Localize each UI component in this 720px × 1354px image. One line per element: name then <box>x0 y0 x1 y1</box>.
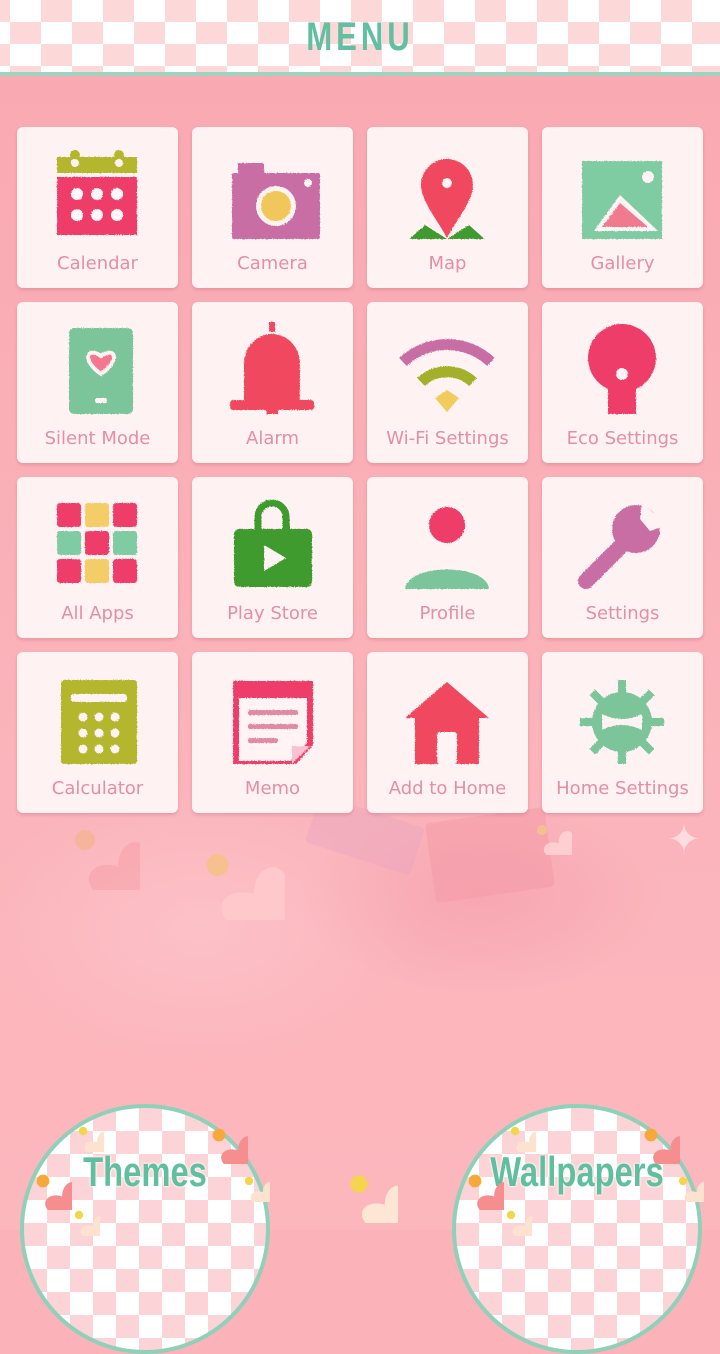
app-grid-icon <box>47 489 147 589</box>
menu-item-settings[interactable]: Settings <box>542 477 703 638</box>
menu-grid: Calendar Camera Map Gallery Silent Mode … <box>17 127 703 813</box>
person-icon <box>397 489 497 589</box>
blossom-icon <box>78 1126 104 1152</box>
blossom-icon <box>678 1176 704 1202</box>
menu-item-label: Gallery <box>590 253 655 274</box>
gallery-icon <box>572 139 672 241</box>
menu-item-memo[interactable]: Memo <box>192 652 353 813</box>
menu-item-silent-mode[interactable]: Silent Mode <box>17 302 178 463</box>
menu-item-label: Eco Settings <box>566 428 679 449</box>
page-title: MENU <box>306 15 414 59</box>
house-icon <box>397 664 497 764</box>
menu-item-label: Play Store <box>227 603 318 624</box>
calculator-icon <box>47 664 147 764</box>
bulb-icon <box>572 314 672 414</box>
header-divider <box>0 72 720 76</box>
bell-icon <box>222 314 322 416</box>
memo-icon <box>222 664 322 767</box>
map-pin-icon <box>397 139 497 243</box>
silent-mode-phone-icon <box>47 314 147 414</box>
sparkle-icon: ✦ <box>667 817 701 863</box>
store-bag-icon <box>222 489 322 589</box>
menu-item-profile[interactable]: Profile <box>367 477 528 638</box>
menu-item-label: Camera <box>237 253 308 274</box>
gear-icon <box>572 664 672 764</box>
menu-item-all-apps[interactable]: All Apps <box>17 477 178 638</box>
menu-item-wifi-settings[interactable]: Wi-Fi Settings <box>367 302 528 463</box>
background-blossom-icon <box>206 854 285 920</box>
menu-item-home-settings[interactable]: Home Settings <box>542 652 703 813</box>
menu-item-label: All Apps <box>61 603 134 624</box>
menu-item-label: Settings <box>585 603 660 624</box>
calendar-icon <box>47 139 147 239</box>
menu-item-label: Map <box>428 253 467 274</box>
wifi-icon <box>397 314 497 414</box>
menu-item-label: Home Settings <box>556 778 689 799</box>
blossom-icon <box>212 1128 248 1164</box>
blossom-icon <box>644 1128 680 1164</box>
menu-item-label: Profile <box>419 603 476 624</box>
menu-item-play-store[interactable]: Play Store <box>192 477 353 638</box>
menu-item-calculator[interactable]: Calculator <box>17 652 178 813</box>
menu-item-camera[interactable]: Camera <box>192 127 353 288</box>
menu-item-alarm[interactable]: Alarm <box>192 302 353 463</box>
menu-item-gallery[interactable]: Gallery <box>542 127 703 288</box>
menu-item-label: Calendar <box>57 253 138 274</box>
menu-item-calendar[interactable]: Calendar <box>17 127 178 288</box>
camera-icon <box>222 139 322 239</box>
menu-item-label: Alarm <box>246 428 299 449</box>
menu-item-eco-settings[interactable]: Eco Settings <box>542 302 703 463</box>
wrench-icon <box>572 489 672 589</box>
menu-item-label: Calculator <box>51 778 144 799</box>
menu-item-label: Add to Home <box>388 778 507 799</box>
menu-item-label: Memo <box>244 778 301 799</box>
menu-item-add-to-home[interactable]: Add to Home <box>367 652 528 813</box>
blossom-icon <box>510 1126 536 1152</box>
menu-item-label: Silent Mode <box>44 428 151 449</box>
blossom-icon <box>244 1176 270 1202</box>
menu-item-map[interactable]: Map <box>367 127 528 288</box>
menu-item-label: Wi-Fi Settings <box>386 428 509 449</box>
blossom-icon <box>350 1175 398 1223</box>
